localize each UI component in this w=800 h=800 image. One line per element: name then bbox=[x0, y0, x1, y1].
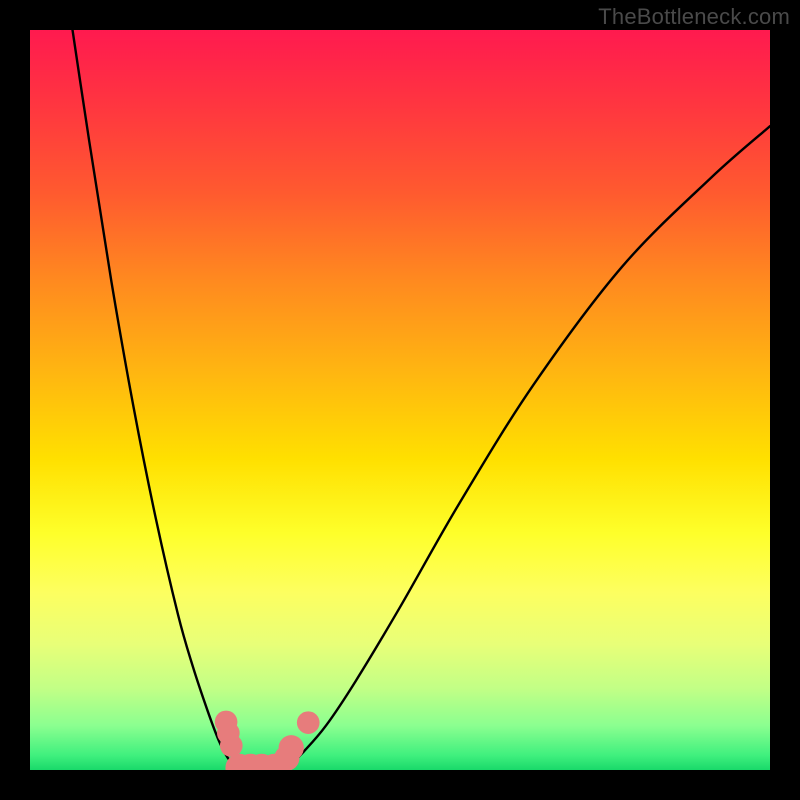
data-marker bbox=[220, 734, 243, 757]
watermark-text: TheBottleneck.com bbox=[598, 4, 790, 30]
chart-stage: TheBottleneck.com bbox=[0, 0, 800, 800]
data-marker bbox=[297, 711, 320, 734]
curves-svg bbox=[30, 30, 770, 770]
data-marker bbox=[279, 735, 304, 760]
series-left-curve bbox=[67, 30, 237, 770]
plot-area bbox=[30, 30, 770, 770]
series-right-curve bbox=[282, 126, 770, 770]
curve-layer bbox=[67, 30, 770, 770]
marker-layer bbox=[215, 711, 320, 770]
